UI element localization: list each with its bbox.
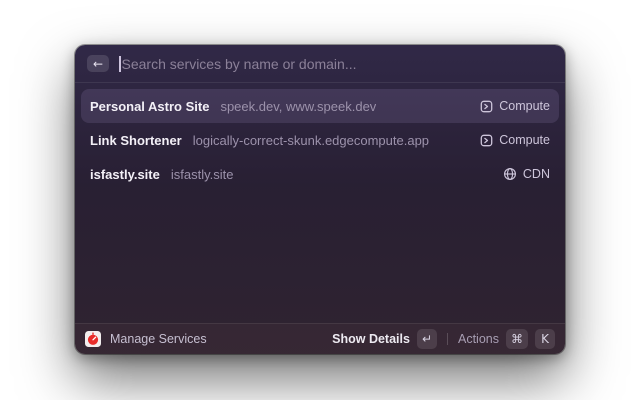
show-details-action[interactable]: Show Details	[332, 332, 410, 346]
search-bar: ←	[75, 45, 565, 82]
command-palette-window: ← Personal Astro Site speek.dev, www.spe…	[75, 45, 565, 354]
service-title: Link Shortener	[90, 133, 182, 148]
list-item-link-shortener[interactable]: Link Shortener logically-correct-skunk.e…	[81, 123, 559, 157]
action-bar: Manage Services Show Details ↵ Actions ⌘…	[75, 323, 565, 354]
fastly-icon	[85, 331, 101, 347]
footer-separator	[447, 333, 448, 345]
service-domains: speek.dev, www.speek.dev	[220, 99, 376, 114]
k-key-icon: K	[535, 329, 555, 349]
arrow-left-icon: ←	[93, 56, 103, 72]
text-caret	[119, 56, 121, 72]
service-list: Personal Astro Site speek.dev, www.speek…	[75, 83, 565, 323]
globe-icon	[503, 167, 517, 181]
compute-icon	[480, 134, 493, 147]
service-title: isfastly.site	[90, 167, 160, 182]
compute-icon	[480, 100, 493, 113]
back-button[interactable]: ←	[87, 55, 109, 72]
service-type-badge: CDN	[523, 167, 550, 181]
command-key-icon: ⌘	[506, 329, 528, 349]
service-domains: isfastly.site	[171, 167, 234, 182]
search-input[interactable]	[122, 56, 554, 72]
list-item-isfastly-site[interactable]: isfastly.site isfastly.site CDN	[81, 157, 559, 191]
extension-label: Manage Services	[110, 332, 207, 346]
actions-menu-button[interactable]: Actions	[458, 332, 499, 346]
service-type-badge: Compute	[499, 99, 550, 113]
service-title: Personal Astro Site	[90, 99, 209, 114]
desktop-wallpaper: ← Personal Astro Site speek.dev, www.spe…	[0, 0, 640, 400]
service-domains: logically-correct-skunk.edgecompute.app	[193, 133, 429, 148]
list-item-personal-astro-site[interactable]: Personal Astro Site speek.dev, www.speek…	[81, 89, 559, 123]
enter-key-icon: ↵	[417, 329, 437, 349]
service-type-badge: Compute	[499, 133, 550, 147]
